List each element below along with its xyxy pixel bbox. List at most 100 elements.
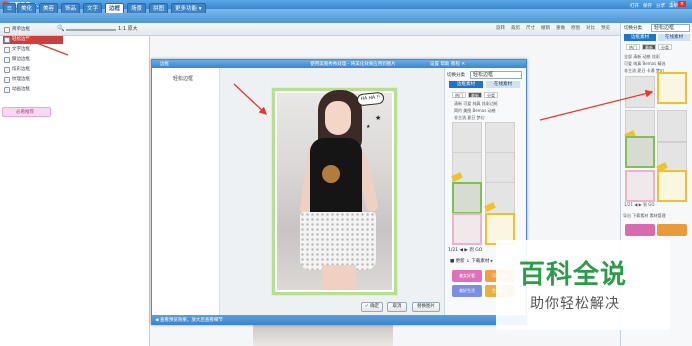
frame-thumbnail[interactable] <box>625 136 655 168</box>
replace-image-button[interactable]: 替换图片 <box>412 302 440 312</box>
dialog-frame-thumbnail[interactable] <box>451 152 482 184</box>
tab-frame-materials[interactable]: 边框素材 <box>624 34 656 41</box>
redo-button[interactable]: 重做 <box>556 26 565 31</box>
material-pager[interactable]: 1/21 ◀ ▶ 到 GO <box>624 202 654 208</box>
toolbar-actions: 旋转 裁剪 尺寸 撤销 重做 原图 对比 预览 <box>496 25 616 31</box>
dialog-sticker[interactable]: 美好生活 <box>452 285 482 297</box>
frame-category-text[interactable]: 文字边框 <box>3 46 63 54</box>
dialog-app-name: 边框 <box>160 62 169 67</box>
canvas-photo-strip <box>253 322 393 346</box>
dialog-tab-online-materials[interactable]: 在线素材 <box>486 81 520 88</box>
menu-logo[interactable]: ☰ <box>3 3 16 13</box>
frame-icon <box>4 67 10 73</box>
zoom-label[interactable]: 1:1 原大 <box>118 25 138 32</box>
undo-button[interactable]: 撤销 <box>541 26 550 31</box>
frame-thumbnail[interactable] <box>625 170 655 202</box>
dialog-tutorial-button[interactable]: 教程 <box>451 62 460 67</box>
dialog-settings-button[interactable]: 设置 <box>430 62 439 67</box>
frame-icon <box>4 57 10 63</box>
material-category-select[interactable]: 轻松边框 <box>651 24 690 32</box>
resize-button[interactable]: 尺寸 <box>526 26 535 31</box>
rotate-button[interactable]: 旋转 <box>496 26 505 31</box>
recommend-button[interactable]: 必看推荐 <box>2 107 51 117</box>
dialog-frame-thumbnail[interactable] <box>452 182 482 214</box>
manage-materials-button[interactable]: 素材管理 <box>650 213 666 218</box>
dialog-tags-row[interactable]: 简约 美图 Bemas 动感 <box>454 108 495 114</box>
frame-category-animated[interactable]: 动画边框 <box>3 86 63 94</box>
chip-new[interactable]: 最新 <box>642 44 656 50</box>
dialog-left-panel <box>152 68 220 315</box>
dialog-frame-thumbnail[interactable] <box>485 152 515 184</box>
tab-scene[interactable]: 场景 <box>127 3 147 13</box>
frame-thumbnail[interactable] <box>657 170 687 202</box>
tab-beautify[interactable]: 美化 <box>17 3 37 13</box>
sticker-thumbnail[interactable] <box>625 224 655 236</box>
dialog-frame-thumbnail[interactable] <box>452 213 482 245</box>
sticker-thumbnail[interactable] <box>657 224 687 236</box>
tab-beauty[interactable]: 美容 <box>39 3 59 13</box>
share-button[interactable]: 分享 <box>656 4 665 9</box>
tab-collage[interactable]: 拼图 <box>149 3 169 13</box>
export-button[interactable]: 导出 <box>623 213 631 218</box>
dialog-panel-actions[interactable]: ■ 更新 ↓ 下载素材 ▸ <box>450 258 493 264</box>
download-materials-button[interactable]: 下载素材 <box>632 213 648 218</box>
tab-text[interactable]: 文字 <box>83 3 103 13</box>
material-category-label: 切换分类 <box>624 26 642 31</box>
dialog-sticker[interactable]: 美女好看 <box>452 270 482 282</box>
ok-button[interactable]: ✓ 确定 <box>361 302 383 312</box>
frame-category-colorful[interactable]: 炫彩边框 <box>3 66 63 74</box>
cancel-button[interactable]: 取消 <box>387 302 407 312</box>
material-tags-row[interactable]: 全部 清新 动感 炫彩 <box>624 54 660 60</box>
dialog-tab-frame-materials[interactable]: 边框素材 <box>449 81 483 88</box>
dialog-title: 使用美图秀秀处理 - 将美化效果应用到图片 <box>310 62 396 67</box>
dialog-frame-thumbnail[interactable] <box>485 122 515 154</box>
dialog-pager[interactable]: 1/21 ◀ ▶ 到 GO <box>448 247 482 253</box>
dialog-tags-row[interactable]: 清新 可爱 纯真 炫彩边框 <box>454 101 498 107</box>
menu-bar <box>0 9 692 23</box>
tab-more[interactable]: 更多功能 ▾ <box>171 3 206 13</box>
chip-hot[interactable]: 热门 <box>626 44 640 50</box>
title-bar <box>0 0 692 9</box>
frame-category-easy[interactable]: 轻松边框 <box>3 36 63 44</box>
dialog-switch-label: 切换分类 <box>447 73 465 78</box>
photo-skirt <box>300 212 376 270</box>
preview-button[interactable]: 预览 <box>601 26 610 31</box>
frame-icon <box>4 77 10 83</box>
frame-category-simple[interactable]: 简单边框 <box>3 26 63 34</box>
watermark-title: 百科全说 <box>519 260 628 290</box>
frame-category-torn[interactable]: 撕边边框 <box>3 56 63 64</box>
main-menu-button[interactable]: 菜单 <box>669 4 678 9</box>
frame-icon <box>4 37 10 43</box>
photo-doll-print <box>322 165 340 183</box>
material-tags-row[interactable]: 可爱 纯真 Bemas 精选 <box>624 61 665 67</box>
frame-category-texture[interactable]: 纹理边框 <box>3 76 63 84</box>
dialog-chip-category[interactable]: 分类 <box>484 92 498 98</box>
dialog-chip-hot[interactable]: 热门 <box>452 92 466 98</box>
open-button[interactable]: 打开 <box>630 4 639 9</box>
frame-thumbnail[interactable] <box>625 76 655 108</box>
frame-thumbnail-selected[interactable] <box>657 72 687 104</box>
tab-frames[interactable]: 边框 <box>105 3 125 13</box>
dialog-frame-thumbnail[interactable] <box>452 122 482 154</box>
frame-icon <box>4 87 10 93</box>
material-panel-actions: 导出 下载素材 素材管理 <box>623 213 666 219</box>
dialog-frame-thumbnail[interactable] <box>484 182 515 214</box>
crop-button[interactable]: 裁剪 <box>511 26 520 31</box>
photo-face <box>325 101 351 135</box>
dialog-category-select[interactable]: 轻松边框 <box>470 71 522 79</box>
frame-thumbnail[interactable] <box>657 110 687 142</box>
dialog-chip-new[interactable]: 最新 <box>468 92 482 98</box>
dialog-category-label: 轻松边框 <box>173 76 194 82</box>
tab-accessories[interactable]: 饰品 <box>61 3 81 13</box>
dialog-tags-row[interactable]: 非主流 夏日 梦幻 <box>454 115 485 121</box>
dialog-close-icon[interactable]: ✕ <box>461 62 465 67</box>
tab-online-materials[interactable]: 在线素材 <box>658 34 690 41</box>
dialog-status-text: ◀ 查看预览效果，放大后查看细节 <box>155 318 223 323</box>
save-button[interactable]: 保存 <box>643 4 652 9</box>
dialog-help-button[interactable]: 帮助 <box>440 62 449 67</box>
chip-category[interactable]: 分类 <box>658 44 672 50</box>
compare-button[interactable]: 对比 <box>586 26 595 31</box>
zoom-slider[interactable] <box>66 29 116 31</box>
original-button[interactable]: 原图 <box>571 26 580 31</box>
menu-right-tools: 打开 保存 分享 菜单 <box>626 3 686 13</box>
